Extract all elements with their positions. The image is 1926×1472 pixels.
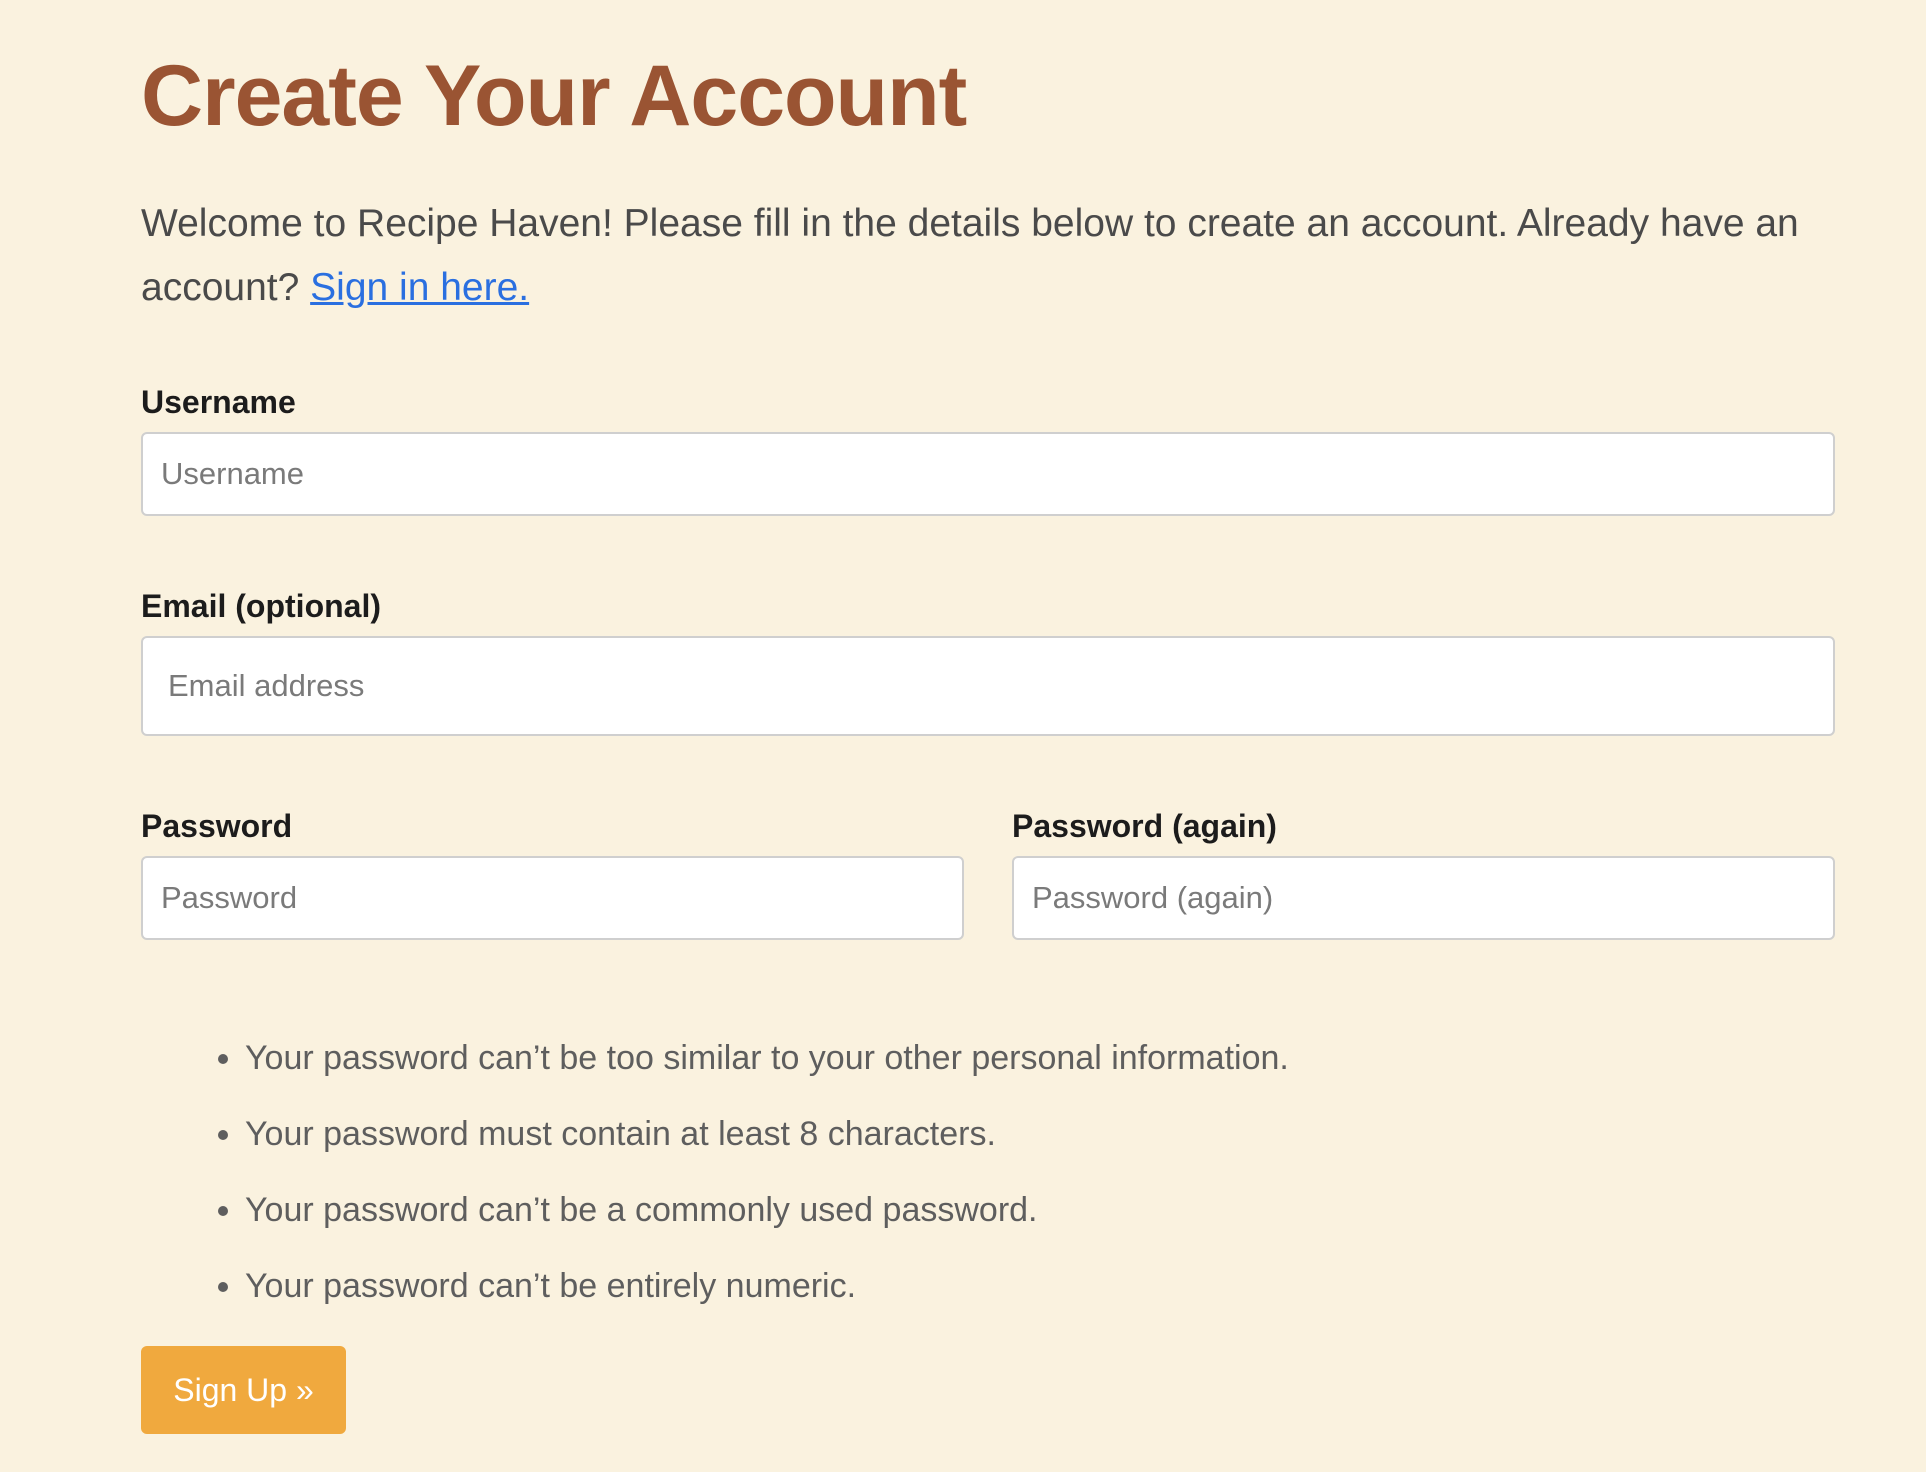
signin-link[interactable]: Sign in here. bbox=[310, 266, 529, 309]
password-again-label: Password (again) bbox=[1012, 808, 1277, 844]
password-rule: Your password can’t be a commonly used p… bbox=[245, 1172, 1835, 1248]
password-rule: Your password can’t be too similar to yo… bbox=[245, 1020, 1835, 1096]
password-rule: Your password can’t be entirely numeric. bbox=[245, 1248, 1835, 1324]
username-input[interactable] bbox=[141, 432, 1835, 516]
email-group: Email (optional) bbox=[141, 586, 1835, 736]
password-rule: Your password must contain at least 8 ch… bbox=[245, 1096, 1835, 1172]
username-label: Username bbox=[141, 384, 296, 420]
email-label: Email (optional) bbox=[141, 588, 381, 624]
password-label: Password bbox=[141, 808, 293, 844]
password-input[interactable] bbox=[141, 856, 964, 940]
password-again-input[interactable] bbox=[1012, 856, 1835, 940]
intro-paragraph: Welcome to Recipe Haven! Please fill in … bbox=[141, 192, 1835, 320]
username-group: Username bbox=[141, 382, 1835, 516]
page-title: Create Your Account bbox=[141, 48, 967, 144]
password-row: Password Password (again) bbox=[141, 806, 1835, 940]
signup-page: Create Your Account Welcome to Recipe Ha… bbox=[141, 0, 1835, 1434]
password-group: Password bbox=[141, 806, 964, 940]
email-input[interactable] bbox=[141, 636, 1835, 736]
signup-form: Username Email (optional) Password Passw… bbox=[141, 382, 1835, 1434]
password-rules-list: Your password can’t be too similar to yo… bbox=[141, 1020, 1835, 1324]
sign-up-button[interactable]: Sign Up » bbox=[141, 1346, 346, 1434]
password-again-group: Password (again) bbox=[1012, 806, 1835, 940]
